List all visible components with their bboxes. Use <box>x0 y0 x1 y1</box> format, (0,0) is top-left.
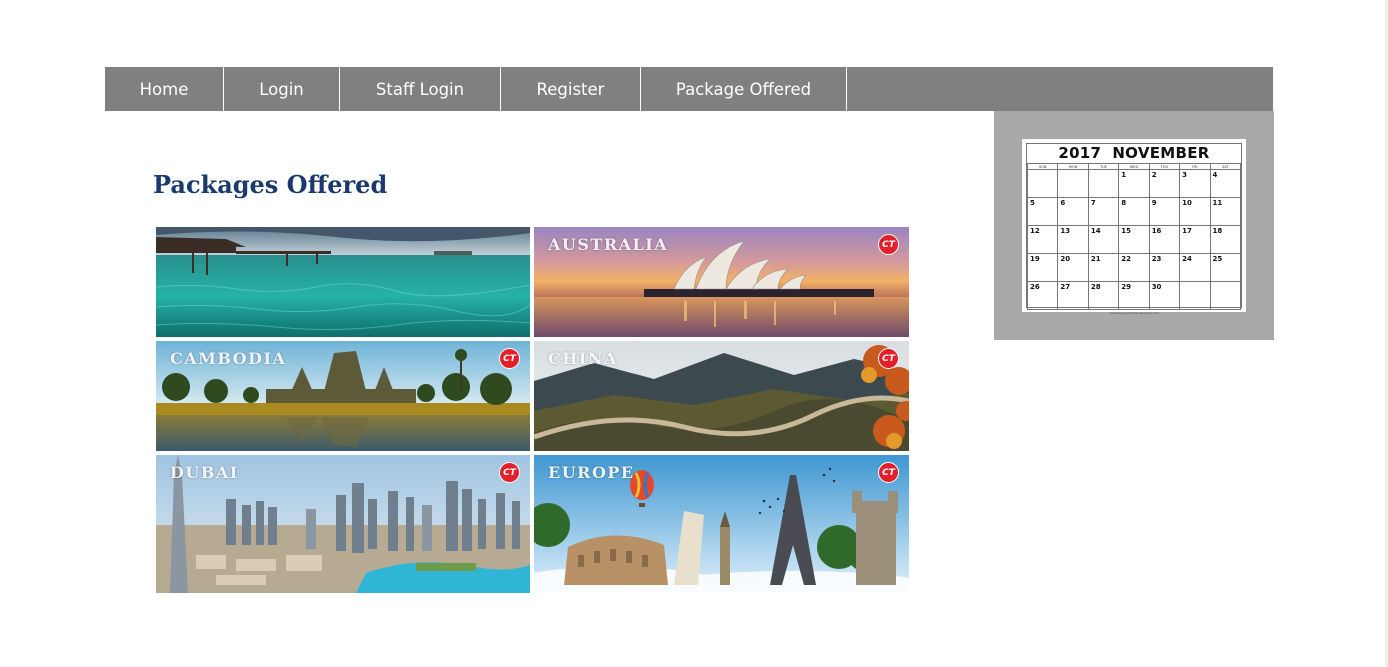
package-label-cambodia: Cambodia <box>170 349 287 368</box>
maldives-image <box>156 227 530 337</box>
calendar-day: 22 <box>1118 253 1150 282</box>
brand-logo-icon: CT <box>499 462 520 483</box>
package-label-europe: Europe <box>548 463 635 482</box>
brand-logo-icon: CT <box>878 462 899 483</box>
package-tile-australia[interactable]: Australia CT <box>534 227 909 337</box>
page-title: Packages Offered <box>153 170 388 199</box>
calendar-grid: SUN MON TUE WED THU FRI SAT 1 2 3 4 5 6 7 8 9 10 11 12 13 1… <box>1026 163 1242 310</box>
calendar-day: 19 <box>1026 253 1059 282</box>
calendar-day: 24 <box>1179 253 1211 282</box>
calendar-day: 28 <box>1087 281 1120 310</box>
calendar-day: 13 <box>1057 225 1089 254</box>
package-label-china: China <box>548 349 618 368</box>
calendar-day: 27 <box>1057 281 1089 310</box>
calendar-day: 16 <box>1148 225 1181 254</box>
nav-package-offered[interactable]: Package Offered <box>641 67 847 111</box>
nav-register[interactable]: Register <box>501 67 641 111</box>
calendar-day: 20 <box>1057 253 1089 282</box>
calendar-day: 14 <box>1087 225 1120 254</box>
calendar-week: 19 20 21 22 23 24 25 <box>1026 253 1242 282</box>
calendar-year: 2017 <box>1058 144 1102 162</box>
calendar-day: 1 <box>1118 169 1150 198</box>
calendar-footer: www.free-printable-calendar.com <box>1109 311 1159 315</box>
calendar-day <box>1179 281 1211 310</box>
calendar-day: 7 <box>1087 197 1120 226</box>
calendar-day: 15 <box>1118 225 1150 254</box>
calendar-week: 1234 <box>1026 169 1242 198</box>
calendar-day: 10 <box>1179 197 1211 226</box>
calendar-week: 26 27 28 29 30 <box>1026 281 1242 310</box>
calendar-day: 26 <box>1026 281 1059 310</box>
calendar-day <box>1209 281 1242 310</box>
nav-home[interactable]: Home <box>105 67 224 111</box>
main-nav: Home Login Staff Login Register Package … <box>105 67 1273 111</box>
brand-logo-icon: CT <box>499 348 520 369</box>
calendar-day: 11 <box>1209 197 1242 226</box>
calendar-week: 12 13 14 15 16 17 18 <box>1026 225 1242 254</box>
calendar-day: 29 <box>1118 281 1150 310</box>
calendar-day: 17 <box>1179 225 1211 254</box>
calendar-day: 25 <box>1209 253 1242 282</box>
calendar-day: 23 <box>1148 253 1181 282</box>
calendar-day: 8 <box>1118 197 1150 226</box>
brand-logo-icon: CT <box>878 348 899 369</box>
package-label-dubai: Dubai <box>170 463 239 482</box>
calendar-day: 2 <box>1148 169 1181 198</box>
calendar-panel: 2017 NOVEMBER SUN MON TUE WED THU FRI SAT 1234… <box>994 111 1274 340</box>
brand-logo-icon: CT <box>878 234 899 255</box>
calendar-day <box>1087 169 1120 198</box>
package-tile-dubai[interactable]: Dubai CT <box>156 455 530 593</box>
calendar-day <box>1026 169 1059 198</box>
package-tile-cambodia[interactable]: Cambodia CT <box>156 341 530 451</box>
package-tile-china[interactable]: China CT <box>534 341 909 451</box>
calendar-day: 21 <box>1087 253 1120 282</box>
calendar-day: 18 <box>1209 225 1242 254</box>
calendar-image: 2017 NOVEMBER SUN MON TUE WED THU FRI SAT 1234… <box>1022 139 1246 315</box>
calendar-day: 6 <box>1057 197 1089 226</box>
calendar-day: 4 <box>1209 169 1242 198</box>
calendar-day: 5 <box>1026 197 1059 226</box>
calendar-week: 5 6 7 8 9 10 11 <box>1026 197 1242 226</box>
nav-staff-login[interactable]: Staff Login <box>340 67 501 111</box>
calendar-day: 9 <box>1148 197 1181 226</box>
calendar-day <box>1057 169 1089 198</box>
calendar-title: 2017 NOVEMBER <box>1027 144 1241 163</box>
calendar-month: NOVEMBER <box>1112 144 1210 162</box>
package-label-australia: Australia <box>548 235 669 254</box>
package-tile-europe[interactable]: Europe CT <box>534 455 909 593</box>
package-tile-maldives[interactable] <box>156 227 530 337</box>
calendar-day: 3 <box>1179 169 1211 198</box>
nav-login[interactable]: Login <box>224 67 340 111</box>
calendar-day: 12 <box>1026 225 1059 254</box>
calendar-day: 30 <box>1148 281 1181 310</box>
